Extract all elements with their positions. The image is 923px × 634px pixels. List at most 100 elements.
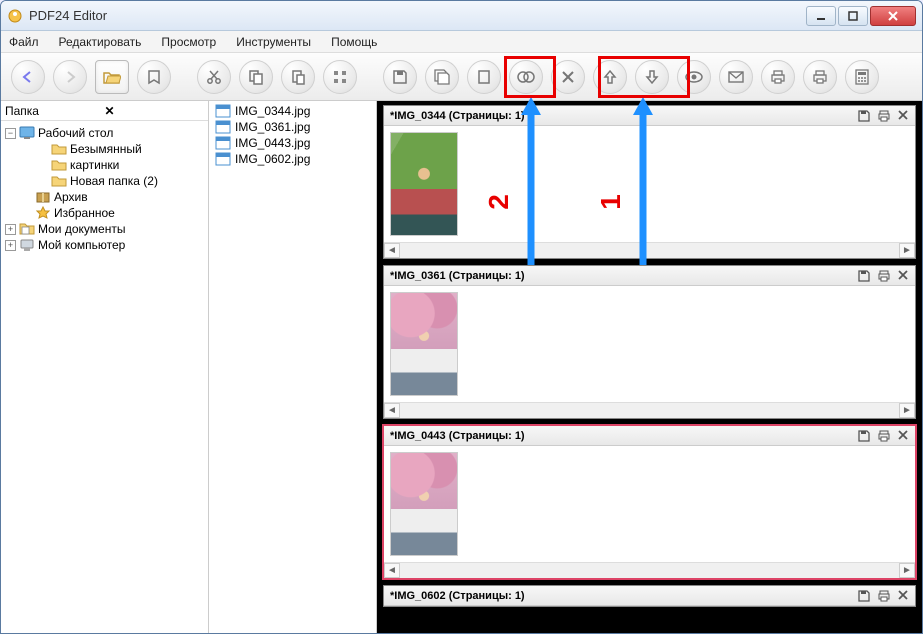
tree-header: Папка ✕ bbox=[1, 101, 208, 121]
document-header: *IMG_0344 (Страницы: 1) bbox=[384, 106, 915, 126]
copy-button[interactable] bbox=[239, 60, 273, 94]
document-header: *IMG_0361 (Страницы: 1) bbox=[384, 266, 915, 286]
tree-label: Новая папка (2) bbox=[70, 174, 158, 188]
document-body bbox=[384, 446, 915, 562]
file-name: IMG_0443.jpg bbox=[235, 136, 310, 150]
tree-label: Мои документы bbox=[38, 222, 125, 236]
merge-button[interactable] bbox=[509, 60, 543, 94]
window-controls bbox=[806, 6, 916, 26]
document-body bbox=[384, 286, 915, 402]
tree-label: Рабочий стол bbox=[38, 126, 113, 140]
calc-button[interactable] bbox=[845, 60, 879, 94]
doc-close-icon[interactable] bbox=[897, 269, 909, 283]
tree-label: Избранное bbox=[54, 206, 115, 220]
tree-node-computer[interactable]: + Мой компьютер bbox=[5, 237, 208, 253]
open-button[interactable] bbox=[95, 60, 129, 94]
document-title: *IMG_0361 (Страницы: 1) bbox=[390, 270, 851, 282]
menu-tools[interactable]: Инструменты bbox=[236, 35, 311, 49]
doc-close-icon[interactable] bbox=[897, 429, 909, 443]
doc-print-icon[interactable] bbox=[877, 589, 891, 603]
maximize-button[interactable] bbox=[838, 6, 868, 26]
doc-print-icon[interactable] bbox=[877, 269, 891, 283]
file-item[interactable]: IMG_0443.jpg bbox=[209, 135, 376, 151]
doc-save-icon[interactable] bbox=[857, 269, 871, 283]
tree-node-folder[interactable]: Безымянный bbox=[5, 141, 208, 157]
menu-edit[interactable]: Редактировать bbox=[59, 35, 142, 49]
archive-icon bbox=[35, 190, 51, 204]
document-item-selected[interactable]: *IMG_0443 (Страницы: 1) ◄► bbox=[383, 425, 916, 579]
tree-label: картинки bbox=[70, 158, 119, 172]
app-icon bbox=[7, 8, 23, 24]
page-thumbnail[interactable] bbox=[390, 292, 458, 396]
document-header: *IMG_0443 (Страницы: 1) bbox=[384, 426, 915, 446]
menu-file[interactable]: Файл bbox=[9, 35, 39, 49]
document-item[interactable]: *IMG_0602 (Страницы: 1) bbox=[383, 585, 916, 607]
file-name: IMG_0361.jpg bbox=[235, 120, 310, 134]
close-button[interactable] bbox=[870, 6, 916, 26]
tree-node-folder[interactable]: картинки bbox=[5, 157, 208, 173]
image-file-icon bbox=[215, 120, 231, 134]
print-button[interactable] bbox=[761, 60, 795, 94]
doc-print-icon[interactable] bbox=[877, 429, 891, 443]
page-thumbnail[interactable] bbox=[390, 452, 458, 556]
print2-button[interactable] bbox=[803, 60, 837, 94]
doc-save-icon[interactable] bbox=[857, 109, 871, 123]
star-icon bbox=[35, 206, 51, 220]
collapse-icon[interactable]: − bbox=[5, 128, 16, 139]
cut-button[interactable] bbox=[197, 60, 231, 94]
tree-node-folder[interactable]: Новая папка (2) bbox=[5, 173, 208, 189]
paste-button[interactable] bbox=[281, 60, 315, 94]
file-item[interactable]: IMG_0344.jpg bbox=[209, 103, 376, 119]
grid-button[interactable] bbox=[323, 60, 357, 94]
doc-save-icon[interactable] bbox=[857, 429, 871, 443]
titlebar: PDF24 Editor bbox=[1, 1, 922, 31]
new-button[interactable] bbox=[467, 60, 501, 94]
forward-button[interactable] bbox=[53, 60, 87, 94]
folder-tree: − Рабочий стол Безымянный картинки bbox=[1, 121, 208, 253]
body: Папка ✕ − Рабочий стол Безымянный карт bbox=[1, 101, 922, 633]
menu-view[interactable]: Просмотр bbox=[161, 35, 216, 49]
document-title: *IMG_0602 (Страницы: 1) bbox=[390, 590, 851, 602]
doc-close-icon[interactable] bbox=[897, 109, 909, 123]
expand-icon[interactable]: + bbox=[5, 240, 16, 251]
expand-icon[interactable]: + bbox=[5, 224, 16, 235]
horizontal-scrollbar[interactable]: ◄► bbox=[384, 242, 915, 258]
menu-help[interactable]: Помощь bbox=[331, 35, 377, 49]
tree-node-archive[interactable]: Архив bbox=[5, 189, 208, 205]
minimize-button[interactable] bbox=[806, 6, 836, 26]
horizontal-scrollbar[interactable]: ◄► bbox=[384, 402, 915, 418]
file-list-panel: IMG_0344.jpg IMG_0361.jpg IMG_0443.jpg I… bbox=[209, 101, 377, 633]
tree-header-label: Папка bbox=[5, 104, 105, 118]
horizontal-scrollbar[interactable]: ◄► bbox=[384, 562, 915, 578]
file-name: IMG_0344.jpg bbox=[235, 104, 310, 118]
file-name: IMG_0602.jpg bbox=[235, 152, 310, 166]
save-all-button[interactable] bbox=[425, 60, 459, 94]
file-item[interactable]: IMG_0361.jpg bbox=[209, 119, 376, 135]
document-item[interactable]: *IMG_0344 (Страницы: 1) ◄► bbox=[383, 105, 916, 259]
move-down-button[interactable] bbox=[635, 60, 669, 94]
document-title: *IMG_0344 (Страницы: 1) bbox=[390, 110, 851, 122]
page-thumbnail[interactable] bbox=[390, 132, 458, 236]
bookmark-button[interactable] bbox=[137, 60, 171, 94]
image-file-icon bbox=[215, 104, 231, 118]
tree-close-icon[interactable]: ✕ bbox=[105, 104, 205, 118]
save-button[interactable] bbox=[383, 60, 417, 94]
move-up-button[interactable] bbox=[593, 60, 627, 94]
doc-save-icon[interactable] bbox=[857, 589, 871, 603]
tree-label: Архив bbox=[54, 190, 88, 204]
tree-node-desktop[interactable]: − Рабочий стол bbox=[5, 125, 208, 141]
tree-node-documents[interactable]: + Мои документы bbox=[5, 221, 208, 237]
document-item[interactable]: *IMG_0361 (Страницы: 1) ◄► bbox=[383, 265, 916, 419]
file-item[interactable]: IMG_0602.jpg bbox=[209, 151, 376, 167]
email-button[interactable] bbox=[719, 60, 753, 94]
tree-label: Безымянный bbox=[70, 142, 142, 156]
document-header: *IMG_0602 (Страницы: 1) bbox=[384, 586, 915, 606]
folder-icon bbox=[51, 158, 67, 172]
doc-print-icon[interactable] bbox=[877, 109, 891, 123]
tree-node-favorites[interactable]: Избранное bbox=[5, 205, 208, 221]
back-button[interactable] bbox=[11, 60, 45, 94]
folder-icon bbox=[51, 142, 67, 156]
doc-close-icon[interactable] bbox=[897, 589, 909, 603]
preview-button[interactable] bbox=[677, 60, 711, 94]
delete-button[interactable] bbox=[551, 60, 585, 94]
